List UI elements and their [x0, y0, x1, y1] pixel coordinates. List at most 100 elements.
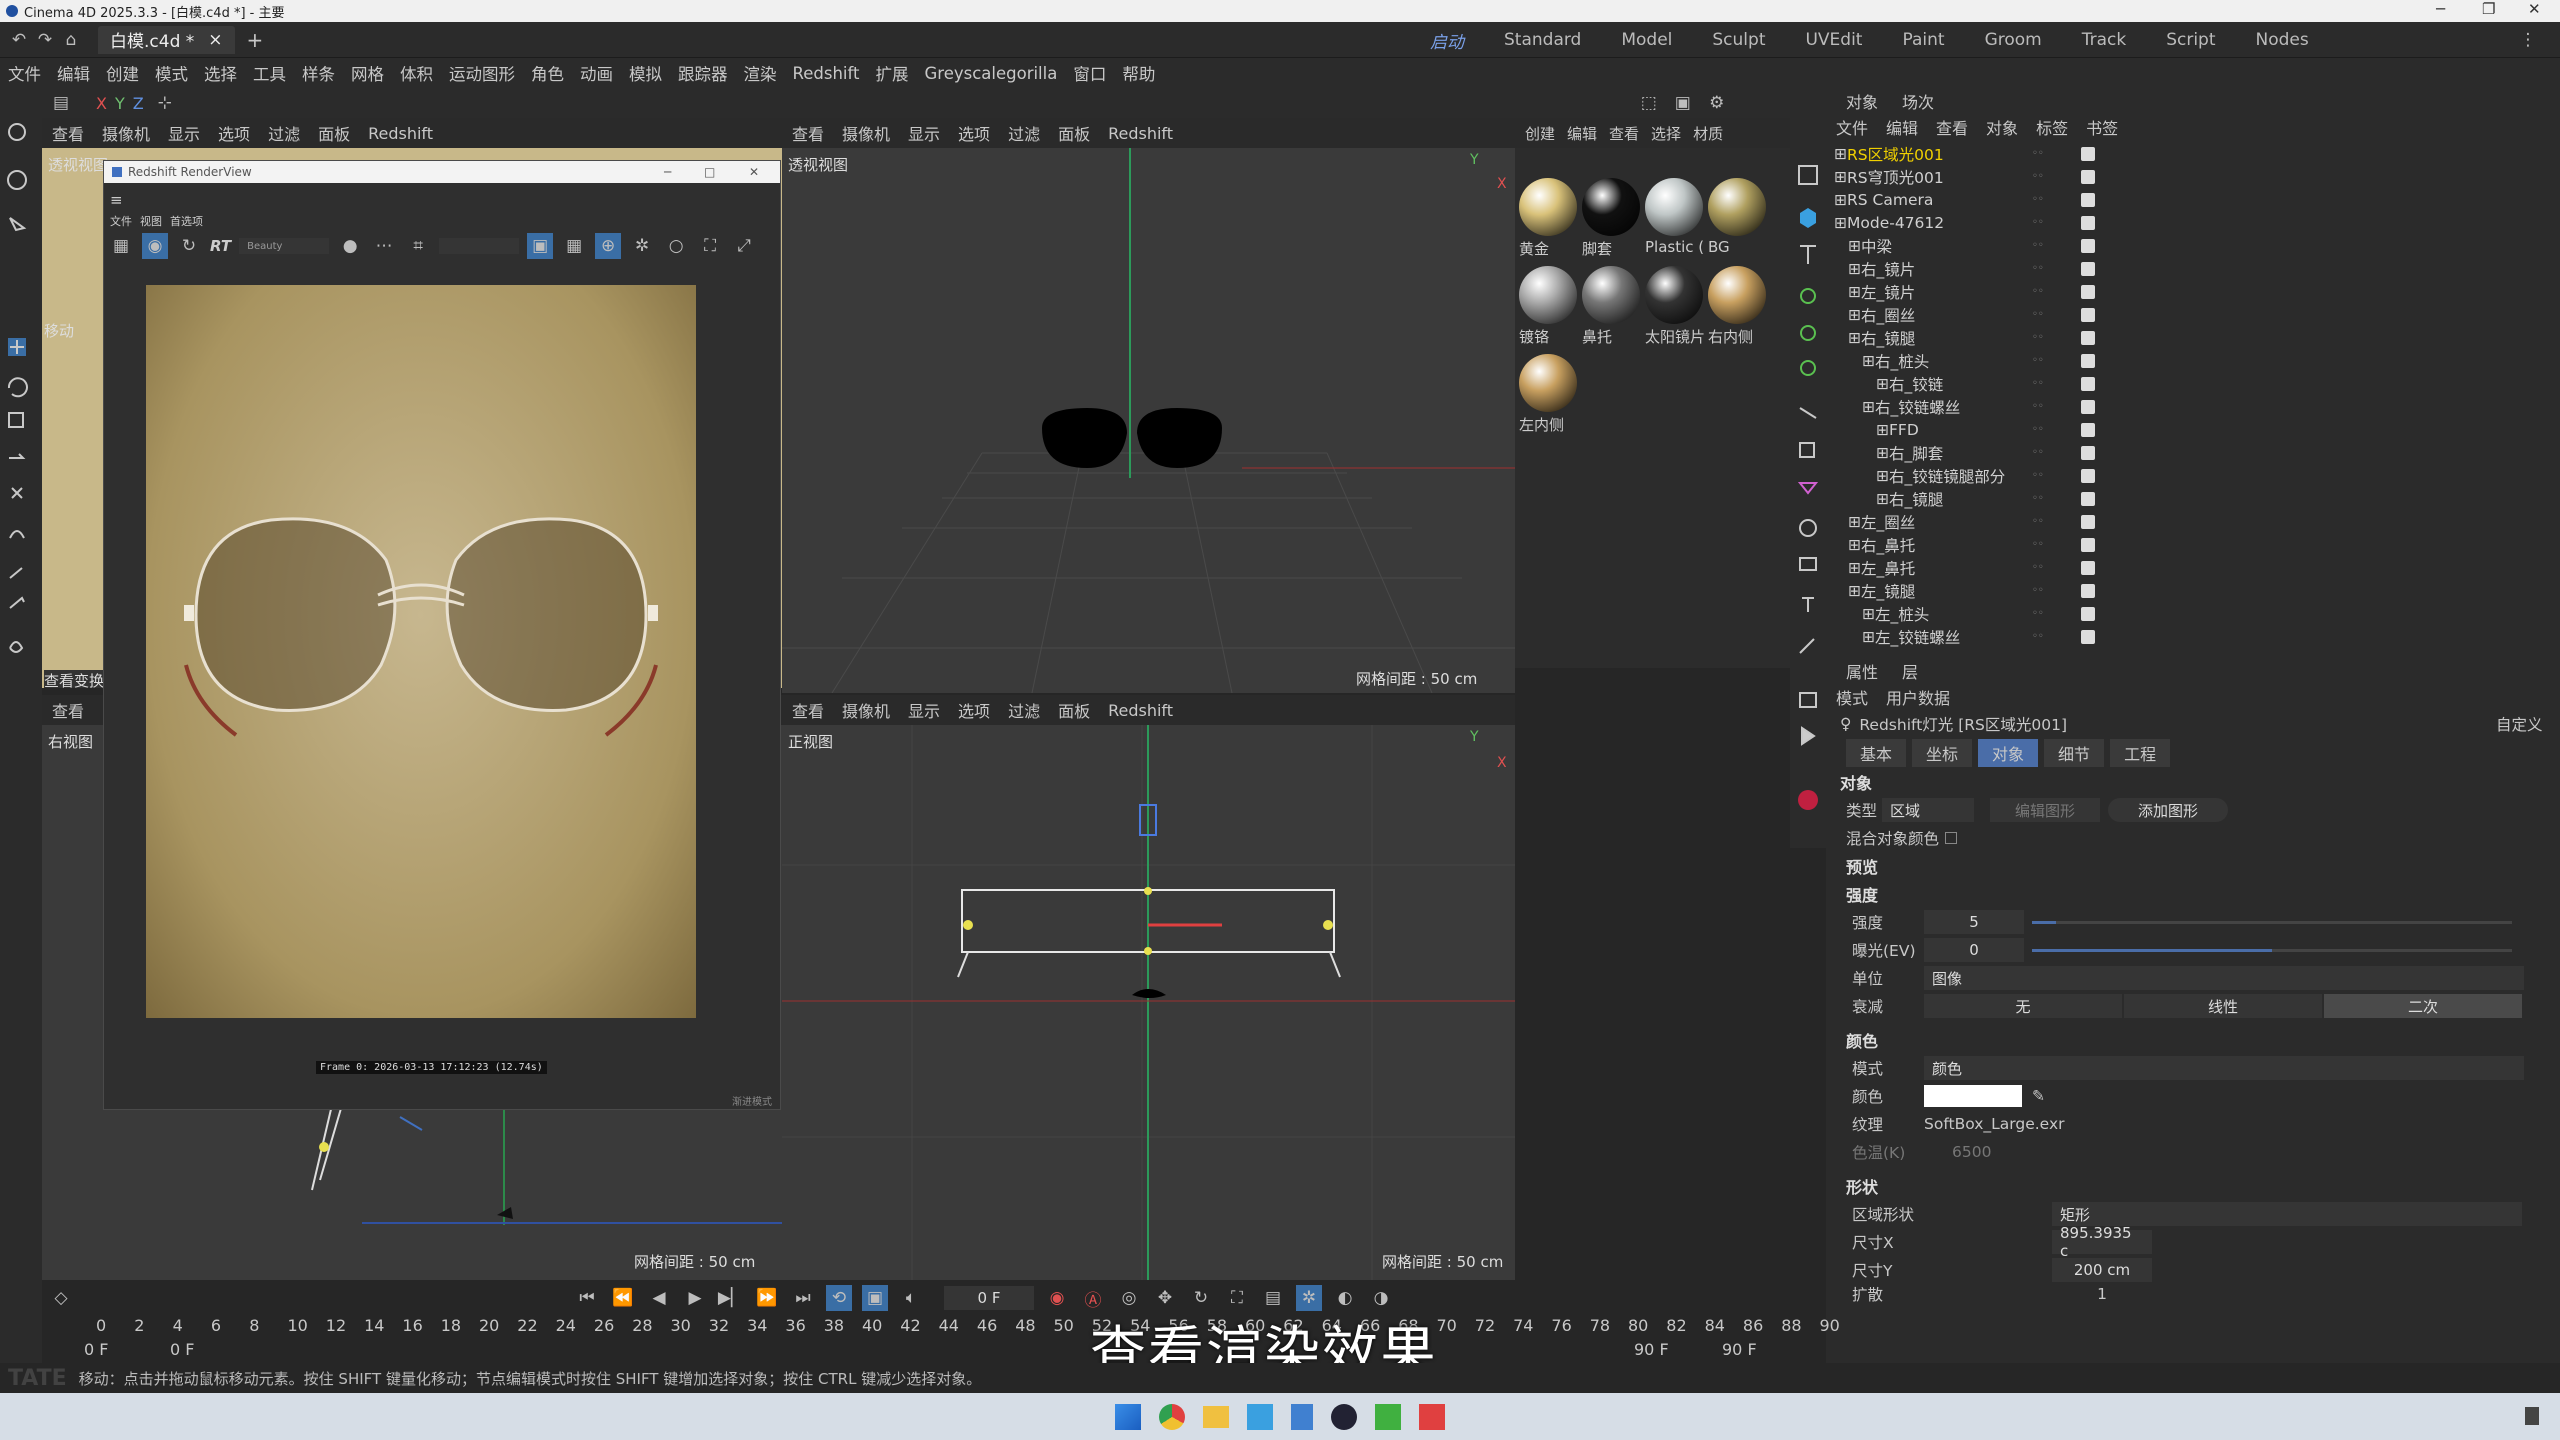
visibility-icon[interactable]: ◦◦ [2032, 562, 2044, 573]
object-row[interactable]: ⊞ 右_铰链镜腿部分 ◦◦ [1826, 464, 2560, 487]
maximize-icon[interactable]: □ [704, 165, 715, 179]
texture-value[interactable]: SoftBox_Large.exr [1924, 1115, 2065, 1133]
mix-color-row[interactable]: 混合对象颜色 [1826, 824, 2560, 852]
visibility-icon[interactable]: ◦◦ [2032, 286, 2044, 297]
object-manager-menu-item[interactable]: 对象 [1986, 115, 2018, 139]
object-row[interactable]: ⊞ 右_铰链 ◦◦ [1826, 372, 2560, 395]
viewport-menu-item[interactable]: 面板 [318, 121, 350, 145]
object-name[interactable]: 左_镜片 [1861, 281, 1915, 303]
tag-icon[interactable] [2081, 261, 2095, 276]
expand-icon[interactable]: ⊞ [1848, 513, 1861, 531]
layout-tab[interactable]: Paint [1882, 30, 1964, 50]
size-y-input[interactable]: 200 cm [2052, 1258, 2152, 1282]
attribute-subtab[interactable]: 坐标 [1912, 739, 1973, 767]
explorer-icon[interactable] [1203, 1405, 1229, 1428]
layout-tab[interactable]: Sculpt [1692, 30, 1785, 50]
store-icon[interactable] [1247, 1403, 1273, 1430]
object-row[interactable]: ⊞ 右_鼻托 ◦◦ [1826, 533, 2560, 556]
tag-icon[interactable] [2081, 629, 2095, 644]
app-green-icon[interactable] [1375, 1403, 1401, 1430]
current-frame-field[interactable]: 0 F [944, 1286, 1034, 1310]
object-manager-menu-item[interactable]: 查看 [1936, 115, 1968, 139]
expand-icon[interactable]: ⊞ [1876, 467, 1889, 485]
render-view-window[interactable]: Redshift RenderView ─ □ ✕ ≡ 文件 视图 首选项 ▦ ◉ … [103, 160, 781, 1110]
tag-icon[interactable] [2081, 514, 2095, 529]
viewport-menu-item[interactable]: 查看 [792, 698, 824, 722]
object-name[interactable]: Mode-47612 [1847, 214, 1944, 232]
axis-z-button[interactable]: Z [133, 94, 144, 113]
goto-start-icon[interactable]: ⏮ [574, 1285, 600, 1311]
section-intensity[interactable]: 强度 [1826, 880, 2560, 908]
object-manager-menu-item[interactable]: 标签 [2036, 115, 2068, 139]
exposure-slider[interactable] [2032, 948, 2512, 952]
material-menu-item[interactable]: 编辑 [1567, 123, 1597, 144]
film-icon[interactable]: ▦ [108, 233, 134, 259]
object-name[interactable]: 右_镜腿 [1861, 327, 1915, 349]
render-start-icon[interactable]: ◉ [142, 233, 168, 259]
object-name[interactable]: 右_铰链 [1889, 373, 1943, 395]
fullscreen-icon[interactable]: ⤢ [731, 233, 757, 259]
bucket-icon[interactable]: ✲ [629, 233, 655, 259]
layout-tab[interactable]: Nodes [2236, 30, 2329, 50]
tag-icon[interactable] [2081, 330, 2095, 345]
decay-option[interactable]: 线性 [2124, 994, 2322, 1018]
expand-icon[interactable]: ⊞ [1834, 145, 1847, 163]
perspective-viewport[interactable]: 透视视图 Y X 网格间距 : 50 cm [782, 148, 1515, 693]
tag-icon[interactable] [2081, 422, 2095, 437]
viewport-menu-item[interactable]: 显示 [168, 121, 200, 145]
render-settings-icon[interactable]: ⚙ [1704, 90, 1730, 116]
close-icon[interactable]: ✕ [2528, 0, 2541, 18]
expand-icon[interactable]: ⊞ [1834, 191, 1847, 209]
expand-icon[interactable]: ⊞ [1876, 444, 1889, 462]
mode-select[interactable]: 颜色 [1924, 1056, 2524, 1080]
axis-x-button[interactable]: X [96, 94, 107, 113]
menu-item[interactable]: 网格 [343, 61, 392, 85]
decay-option[interactable]: 二次 [2324, 994, 2522, 1018]
keyframe-icon[interactable]: ◇ [48, 1285, 74, 1311]
layout-tab[interactable]: Script [2146, 30, 2235, 50]
unit-select[interactable]: 图像 [1924, 966, 2524, 990]
object-row[interactable]: ⊞ 右_脚套 ◦◦ [1826, 441, 2560, 464]
expand-icon[interactable]: ⊞ [1848, 329, 1861, 347]
viewport-menu-item[interactable]: 选项 [958, 698, 990, 722]
exposure-input[interactable]: 0 [1924, 938, 2024, 962]
document-tab[interactable]: 白模.c4d * × [98, 25, 235, 54]
visibility-icon[interactable]: ◦◦ [2032, 493, 2044, 504]
object-row[interactable]: ⊞ 左_铰链螺丝 ◦◦ [1826, 625, 2560, 648]
tag-icon[interactable] [2081, 560, 2095, 575]
visibility-icon[interactable]: ◦◦ [2032, 171, 2044, 182]
viewport-menu-item[interactable]: 过滤 [1008, 121, 1040, 145]
material-swatch[interactable]: 左内侧 [1519, 354, 1581, 435]
visibility-icon[interactable]: ◦◦ [2032, 332, 2044, 343]
material-swatch[interactable]: 脚套 [1582, 178, 1644, 259]
object-name[interactable]: 左_铰链螺丝 [1875, 626, 1960, 648]
material-swatch[interactable]: 黄金 [1519, 178, 1581, 259]
object-name[interactable]: RS区域光001 [1847, 143, 1944, 165]
object-row[interactable]: ⊞ 右_镜腿 ◦◦ [1826, 326, 2560, 349]
section-shape[interactable]: 形状 [1826, 1172, 2560, 1200]
viewport-menu-item[interactable]: 摄像机 [842, 121, 890, 145]
snapshot-icon[interactable]: ▣ [527, 233, 554, 259]
expand-icon[interactable]: ⊞ [1862, 398, 1875, 416]
goto-end-icon[interactable]: ⏭ [790, 1285, 816, 1311]
viewport-menu-item[interactable]: 摄像机 [842, 698, 890, 722]
material-swatch[interactable]: 太阳镜片 [1645, 266, 1707, 347]
undo-icon[interactable]: ↶ [6, 27, 32, 53]
app-red-icon[interactable] [1419, 1403, 1445, 1430]
menu-item[interactable]: 运动图形 [441, 61, 523, 85]
expand-icon[interactable]: ⊞ [1848, 559, 1861, 577]
material-swatch[interactable]: 镀铬 [1519, 266, 1581, 347]
material-menu-item[interactable]: 创建 [1525, 123, 1555, 144]
tag-icon[interactable] [2081, 238, 2095, 253]
material-menu-item[interactable]: 选择 [1651, 123, 1681, 144]
menu-item[interactable]: 工具 [245, 61, 294, 85]
minimize-icon[interactable]: ─ [664, 165, 671, 179]
prev-key-icon[interactable]: ⏪ [610, 1285, 636, 1311]
object-name[interactable]: 左_桩头 [1875, 603, 1929, 625]
layout-tab[interactable]: Standard [1484, 30, 1601, 50]
tag-icon[interactable] [2081, 491, 2095, 506]
prev-frame-icon[interactable]: ◀ [646, 1285, 672, 1311]
range-start-2[interactable]: 0 F [170, 1340, 194, 1359]
view-menu-item[interactable]: 查看 [52, 698, 84, 722]
visibility-icon[interactable]: ◦◦ [2032, 401, 2044, 412]
